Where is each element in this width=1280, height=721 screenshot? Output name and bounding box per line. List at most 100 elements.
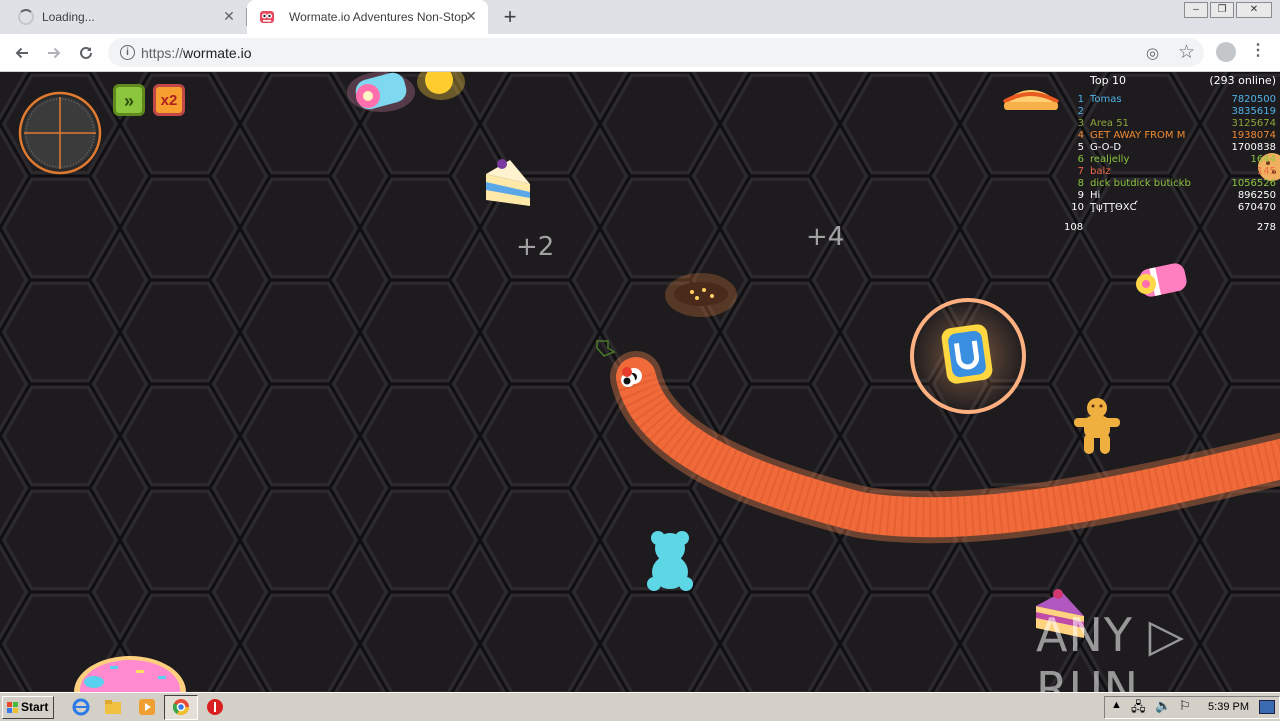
internet-explorer-icon[interactable] bbox=[72, 698, 90, 716]
leaderboard-row: 7 balz 145 bbox=[1070, 166, 1276, 178]
leaderboard-score: 1700838 bbox=[1231, 142, 1276, 153]
browser-tab-strip: Loading... ✕ Wormate.io Adventures Non-S… bbox=[0, 0, 1280, 34]
candy-roll-icon bbox=[1136, 263, 1187, 297]
address-bar[interactable]: i https://wormate.io ◎ ☆ bbox=[108, 38, 1204, 67]
media-player-icon[interactable] bbox=[138, 698, 156, 716]
leaderboard-rank: 3 bbox=[1077, 118, 1084, 129]
candy-roll-icon bbox=[347, 72, 415, 112]
leaderboard-score: 7820500 bbox=[1231, 94, 1276, 105]
back-button[interactable] bbox=[10, 41, 34, 65]
leaderboard-rank: 2 bbox=[1077, 106, 1084, 117]
leaderboard-score: 145 bbox=[1256, 166, 1276, 177]
lollipop-icon bbox=[417, 72, 465, 100]
magnet-powerup-icon bbox=[910, 298, 1026, 414]
leaderboard-rank: 10 bbox=[1071, 202, 1084, 213]
chocolate-cookie-icon bbox=[665, 273, 737, 317]
leaderboard-rank: 7 bbox=[1077, 166, 1084, 177]
leaderboard-row: 1 Tomas 7820500 bbox=[1070, 94, 1276, 106]
leaderboard-score: 1056526 bbox=[1231, 178, 1276, 189]
system-tray: ▲ 🖧 🔈 ⚐ 5:39 PM bbox=[1104, 696, 1280, 719]
leaderboard-score: 3835619 bbox=[1231, 106, 1276, 117]
bookmark-star-icon[interactable]: ☆ bbox=[1178, 41, 1195, 64]
cake-slice-icon bbox=[486, 159, 530, 206]
leaderboard-row: 3 Area 51 3125674 bbox=[1070, 118, 1276, 130]
url-scheme: https:// bbox=[141, 45, 184, 61]
score-popup: +2 bbox=[516, 232, 555, 262]
leaderboard-rank: 5 bbox=[1077, 142, 1084, 153]
profile-avatar-icon[interactable] bbox=[1216, 42, 1236, 62]
tab-loading[interactable]: Loading... ✕ bbox=[0, 0, 246, 34]
location-icon[interactable]: ◎ bbox=[1146, 44, 1159, 62]
leaderboard-name: Tomas bbox=[1090, 94, 1122, 105]
online-count: (293 online) bbox=[1209, 74, 1276, 87]
leaderboard-score: 670470 bbox=[1237, 202, 1276, 213]
gummy-bear-icon bbox=[647, 531, 693, 591]
leaderboard-name: G-O-D bbox=[1090, 142, 1122, 153]
volume-icon[interactable]: 🔈 bbox=[1155, 698, 1171, 714]
new-tab-button[interactable]: + bbox=[498, 4, 522, 30]
leaderboard-rank: 6 bbox=[1077, 154, 1084, 165]
info-icon[interactable]: i bbox=[120, 45, 135, 60]
leaderboard-name: GET AWAY FROM M bbox=[1090, 130, 1186, 141]
multiplier-powerup-icon: x2 bbox=[153, 84, 185, 116]
leaderboard-score: 1938074 bbox=[1231, 130, 1276, 141]
leaderboard-score: 896250 bbox=[1237, 190, 1276, 201]
forward-button[interactable] bbox=[42, 41, 66, 65]
close-tab-icon[interactable]: ✕ bbox=[222, 8, 236, 25]
leaderboard-rank: 4 bbox=[1077, 130, 1084, 141]
url-host: wormate.io bbox=[183, 45, 252, 61]
tab-title: Wormate.io Adventures Non-Stop bbox=[289, 10, 468, 24]
flag-icon[interactable]: ⚐ bbox=[1179, 698, 1191, 714]
forward-arrow-icon bbox=[48, 47, 61, 59]
start-label: Start bbox=[21, 700, 49, 714]
leaderboard-row: 10 ŢψŢŢƟXƇ 670470 bbox=[1070, 202, 1276, 214]
donut-icon bbox=[74, 656, 186, 692]
close-tab-icon[interactable]: ✕ bbox=[464, 8, 478, 25]
pie-icon bbox=[1002, 90, 1060, 110]
player-rank: 108 bbox=[1064, 222, 1084, 233]
taskbar-chrome-button[interactable] bbox=[164, 695, 198, 720]
stop-icon[interactable] bbox=[206, 698, 224, 716]
tray-expand-icon[interactable]: ▲ bbox=[1111, 699, 1122, 711]
close-window-button[interactable]: ✕ bbox=[1236, 2, 1272, 18]
leaderboard-name: Area 51 bbox=[1090, 118, 1129, 129]
leaderboard-name: balz bbox=[1090, 166, 1111, 177]
start-button[interactable]: Start bbox=[2, 696, 54, 719]
leaderboard-name: Hi bbox=[1090, 190, 1101, 201]
leaderboard-rank: 9 bbox=[1077, 190, 1084, 201]
leaderboard-name: dick butdick butickb bbox=[1090, 178, 1191, 189]
pointer-cursor-icon bbox=[596, 340, 616, 357]
player-score: 278 bbox=[1256, 222, 1276, 233]
score-popup: +4 bbox=[806, 222, 845, 252]
leaderboard-title: Top 10 bbox=[1090, 74, 1127, 87]
url-text[interactable]: https://wormate.io bbox=[141, 45, 252, 61]
leaderboard-row: 5 G-O-D 1700838 bbox=[1070, 142, 1276, 154]
reload-button[interactable] bbox=[74, 41, 98, 65]
leaderboard-name: ŢψŢŢƟXƇ bbox=[1090, 202, 1137, 213]
game-canvas[interactable]: » x2 +2 +4 Top 10 (293 online) 1 Tomas 782… bbox=[0, 72, 1280, 692]
leaderboard-score: 1644 bbox=[1250, 154, 1276, 165]
clock: 5:39 PM bbox=[1208, 701, 1249, 713]
show-desktop-icon[interactable] bbox=[1259, 700, 1275, 714]
leaderboard-score: 3125674 bbox=[1231, 118, 1276, 129]
minimap bbox=[18, 91, 102, 175]
loading-spinner-icon bbox=[18, 9, 34, 25]
restore-button[interactable]: ❐ bbox=[1210, 2, 1234, 18]
windows-logo-icon bbox=[7, 702, 18, 713]
leaderboard-row: 9 Hi 896250 bbox=[1070, 190, 1276, 202]
leaderboard-row: 4 GET AWAY FROM M 1938074 bbox=[1070, 130, 1276, 142]
minimize-button[interactable]: ‒ bbox=[1184, 2, 1208, 18]
tab-title: Loading... bbox=[42, 10, 95, 24]
windows-taskbar: Start ▲ 🖧 🔈 ⚐ 5:39 PM bbox=[0, 692, 1280, 721]
tab-wormate[interactable]: Wormate.io Adventures Non-Stop ✕ bbox=[247, 0, 488, 34]
network-icon[interactable]: 🖧 bbox=[1131, 698, 1146, 720]
reload-icon bbox=[80, 46, 92, 59]
folder-icon[interactable] bbox=[104, 698, 122, 716]
leaderboard-name: realjelly bbox=[1090, 154, 1130, 165]
worm-head bbox=[621, 367, 642, 387]
browser-toolbar: i https://wormate.io ◎ ☆ ⋮ bbox=[0, 34, 1280, 72]
back-arrow-icon bbox=[15, 47, 28, 59]
menu-kebab-icon[interactable]: ⋮ bbox=[1250, 40, 1266, 60]
leaderboard-rank: 8 bbox=[1077, 178, 1084, 189]
anyrun-watermark: ANY ▷ RUN bbox=[1036, 608, 1185, 692]
